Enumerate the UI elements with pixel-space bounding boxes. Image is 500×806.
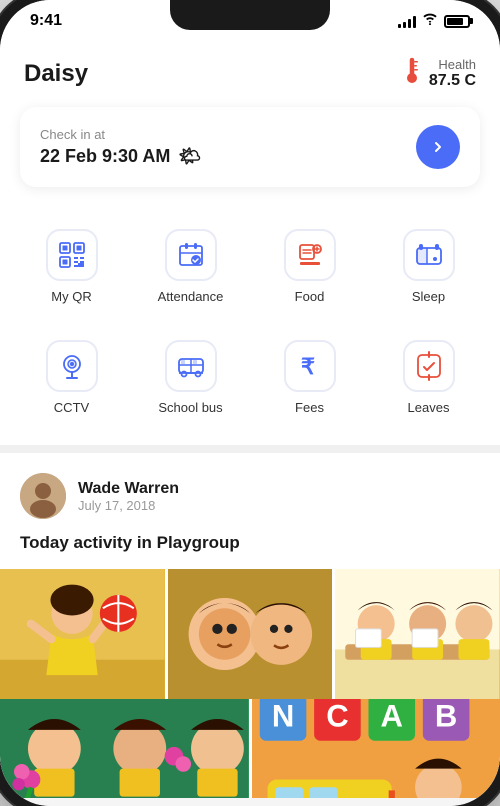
activity-section: Wade Warren July 17, 2018 Today activity… bbox=[0, 453, 500, 798]
menu-item-attendance[interactable]: Attendance bbox=[135, 215, 246, 318]
user-info: Wade Warren July 17, 2018 bbox=[78, 480, 179, 513]
photo-item-5: N C A B bbox=[252, 699, 500, 798]
menu-label-cctv: CCTV bbox=[54, 400, 89, 415]
menu-item-leaves[interactable]: Leaves bbox=[373, 326, 484, 429]
user-name: Daisy bbox=[24, 60, 88, 88]
leaves-icon bbox=[403, 340, 455, 392]
photo-item-2 bbox=[168, 569, 333, 699]
health-text: Health 87.5 C bbox=[429, 57, 476, 90]
menu-item-food[interactable]: Food bbox=[254, 215, 365, 318]
sleep-icon bbox=[403, 229, 455, 281]
sun-icon: 🌤 bbox=[178, 146, 201, 167]
status-icons bbox=[398, 13, 470, 29]
svg-text:N: N bbox=[271, 699, 293, 734]
menu-item-cctv[interactable]: CCTV bbox=[16, 326, 127, 429]
menu-label-fees: Fees bbox=[295, 400, 324, 415]
app-content: Daisy Health 87.5 bbox=[0, 36, 500, 798]
checkin-label: Check in at bbox=[40, 127, 201, 142]
photo-grid-row1 bbox=[0, 569, 500, 699]
status-time: 9:41 bbox=[30, 12, 62, 30]
menu-grid: My QR Attendance bbox=[0, 207, 500, 445]
user-row: Wade Warren July 17, 2018 bbox=[20, 473, 480, 519]
health-value: 87.5 C bbox=[429, 72, 476, 89]
svg-text:₹: ₹ bbox=[301, 354, 315, 379]
section-divider bbox=[0, 445, 500, 453]
user-info-date: July 17, 2018 bbox=[78, 498, 179, 513]
menu-label-attendance: Attendance bbox=[158, 289, 224, 304]
user-info-name: Wade Warren bbox=[78, 480, 179, 498]
activity-title: Today activity in Playgroup bbox=[20, 533, 480, 553]
checkin-time: 22 Feb 9:30 AM 🌤 bbox=[40, 146, 201, 167]
fees-icon: ₹ bbox=[284, 340, 336, 392]
attendance-icon bbox=[165, 229, 217, 281]
phone-frame: 9:41 bbox=[0, 0, 500, 806]
menu-label-my-qr: My QR bbox=[51, 289, 91, 304]
menu-label-leaves: Leaves bbox=[408, 400, 450, 415]
health-label: Health bbox=[429, 57, 476, 72]
menu-item-fees[interactable]: ₹ Fees bbox=[254, 326, 365, 429]
checkin-datetime: 22 Feb 9:30 AM bbox=[40, 146, 170, 167]
photo-item-1 bbox=[0, 569, 165, 699]
app-header: Daisy Health 87.5 bbox=[0, 36, 500, 107]
cctv-icon bbox=[46, 340, 98, 392]
svg-text:C: C bbox=[326, 699, 348, 734]
food-icon bbox=[284, 229, 336, 281]
menu-label-food: Food bbox=[295, 289, 325, 304]
svg-text:B: B bbox=[434, 699, 456, 734]
battery-icon bbox=[444, 15, 470, 28]
signal-bars-icon bbox=[398, 14, 416, 28]
checkin-info: Check in at 22 Feb 9:30 AM 🌤 bbox=[40, 127, 201, 167]
notch bbox=[170, 0, 330, 30]
avatar bbox=[20, 473, 66, 519]
phone-screen: 9:41 bbox=[0, 0, 500, 806]
checkin-card[interactable]: Check in at 22 Feb 9:30 AM 🌤 bbox=[20, 107, 480, 187]
photo-item-4 bbox=[0, 699, 249, 798]
photo-item-3 bbox=[335, 569, 500, 699]
bus-icon bbox=[165, 340, 217, 392]
menu-label-sleep: Sleep bbox=[412, 289, 445, 304]
menu-item-school-bus[interactable]: School bus bbox=[135, 326, 246, 429]
menu-item-sleep[interactable]: Sleep bbox=[373, 215, 484, 318]
wifi-icon bbox=[422, 13, 438, 29]
thermometer-icon bbox=[401, 56, 423, 91]
menu-label-school-bus: School bus bbox=[158, 400, 222, 415]
checkin-arrow-button[interactable] bbox=[416, 125, 460, 169]
qr-icon bbox=[46, 229, 98, 281]
avatar-placeholder bbox=[20, 473, 66, 519]
menu-item-my-qr[interactable]: My QR bbox=[16, 215, 127, 318]
photo-grid-row2: N C A B bbox=[0, 699, 500, 798]
svg-text:A: A bbox=[380, 699, 402, 734]
health-info: Health 87.5 C bbox=[401, 56, 476, 91]
